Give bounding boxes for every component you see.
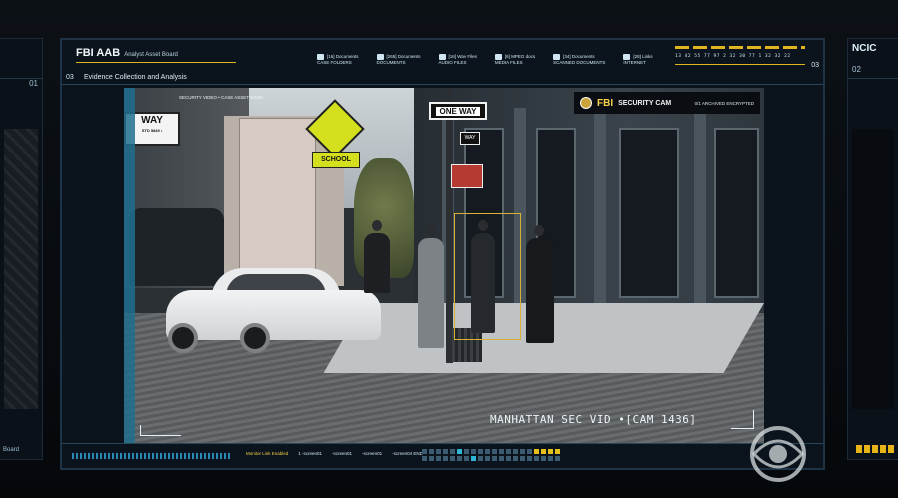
tab-documents[interactable]: [265] Documents DOCUMENTS <box>376 54 421 66</box>
small-street-sign: WAY <box>460 132 480 145</box>
booth <box>239 118 316 270</box>
monitor-status: Monitor Link Enabled 1 -screen01 -screen… <box>246 451 423 456</box>
tab-scanned-documents[interactable]: [34] Documents SCANNED DOCUMENTS <box>553 54 605 66</box>
left-monitor-number: 01 <box>29 79 38 88</box>
security-cam-label: FBI SECURITY CAM 0/1 ARCHIVED ENCRYPTED <box>574 92 760 114</box>
school-sign-label: SCHOOL <box>312 152 360 168</box>
left-monitor: 01 Board <box>0 38 43 460</box>
car-wheel <box>240 323 270 353</box>
status-item: -screen04 END <box>392 451 423 456</box>
tab-media-files[interactable]: [6] MPEG docs MEDIA FILES <box>494 54 535 66</box>
cam-brand: FBI <box>597 97 614 109</box>
white-car <box>166 268 381 358</box>
timeline-ticks[interactable] <box>72 453 232 459</box>
pedestrian <box>364 233 390 293</box>
timecode-digits: 13 42 55 77 97 2 32 30 77 1 32 32 22 <box>675 54 791 59</box>
way-sign-text: WAY <box>141 115 163 126</box>
pedestrian <box>526 238 554 343</box>
bottom-bar: Monitor Link Enabled 1 -screen01 -screen… <box>62 443 823 468</box>
main-monitor: FBI AAB Analyst Asset Board 03 03 Evidenc… <box>60 38 825 470</box>
status-item: Monitor Link Enabled <box>246 451 289 456</box>
sign-pole <box>446 88 453 363</box>
tab-label: MEDIA FILES <box>494 60 523 65</box>
timecode-underline <box>675 64 805 65</box>
car-body <box>166 290 381 340</box>
tab-label: AUDIO FILES <box>438 60 467 65</box>
tab-internet[interactable]: [28] Links INTERNET <box>623 54 653 66</box>
pedestrian <box>418 238 444 348</box>
keypad-grid[interactable] <box>422 449 560 461</box>
left-monitor-header <box>0 39 42 79</box>
page-subtitle: Evidence Collection and Analysis <box>84 74 187 81</box>
cam-title: SECURITY CAM <box>618 99 672 107</box>
car-wheel <box>168 323 198 353</box>
window <box>619 128 679 298</box>
brand-underline <box>76 62 236 63</box>
pedestrian-head <box>534 225 544 236</box>
timecode-panel: 13 42 55 77 97 2 32 30 77 1 32 32 22 <box>675 46 805 66</box>
tab-label: DOCUMENTS <box>376 60 406 65</box>
cbs-eye-logo <box>750 426 806 482</box>
left-monitor-footer: Board <box>3 447 20 453</box>
timecode-bars <box>675 46 805 49</box>
security-video[interactable]: WAY STD 5849 • SCHOOL ONE WAY WAY SECURIT… <box>124 88 764 444</box>
one-way-text: ONE WAY <box>436 106 480 116</box>
brand-subtitle: Analyst Asset Board <box>124 52 178 58</box>
left-monitor-map <box>4 129 38 409</box>
security-video-label: SECURITY VIDEO • CASE ASSET 94598 <box>179 95 263 100</box>
file-tabs: [16] Documents CASE FOLDERS [265] Docume… <box>317 54 653 66</box>
tab-case-folders[interactable]: [16] Documents CASE FOLDERS <box>317 54 359 66</box>
red-street-sign <box>451 164 483 188</box>
corner-number-left: 03 <box>66 74 74 81</box>
tab-audio-files[interactable]: [16] Wav Files AUDIO FILES <box>438 54 477 66</box>
brand-title: FBI AAB <box>76 47 121 59</box>
right-monitor-number: 02 <box>852 65 861 74</box>
target-tracking-box[interactable] <box>454 213 521 340</box>
right-monitor: NCIC 02 <box>847 38 898 460</box>
tab-label: CASE FOLDERS <box>317 60 352 65</box>
status-item: 1 -screen01 <box>298 451 323 456</box>
brand: FBI AAB Analyst Asset Board <box>76 47 178 59</box>
window <box>714 128 759 298</box>
vertical-scan-line <box>124 88 135 444</box>
corner-bracket <box>140 425 181 436</box>
pedestrian-head <box>372 220 382 231</box>
tab-label: INTERNET <box>623 60 646 65</box>
status-item: -screen01 <box>362 451 383 456</box>
status-item: -screen01 <box>332 451 353 456</box>
right-monitor-screen <box>852 129 894 409</box>
top-bar: FBI AAB Analyst Asset Board 03 03 Evidenc… <box>62 40 823 85</box>
fbi-seal-icon <box>580 97 592 109</box>
right-monitor-status-bar <box>856 445 894 453</box>
cam-status: 0/1 ARCHIVED ENCRYPTED <box>694 100 754 106</box>
camera-caption: MANHATTAN SEC VID •[CAM 1436] <box>490 413 697 426</box>
corner-number-right: 03 <box>811 62 819 69</box>
pedestrian-head <box>426 225 436 236</box>
tab-label: SCANNED DOCUMENTS <box>553 60 606 65</box>
one-way-sign: ONE WAY <box>429 102 487 120</box>
